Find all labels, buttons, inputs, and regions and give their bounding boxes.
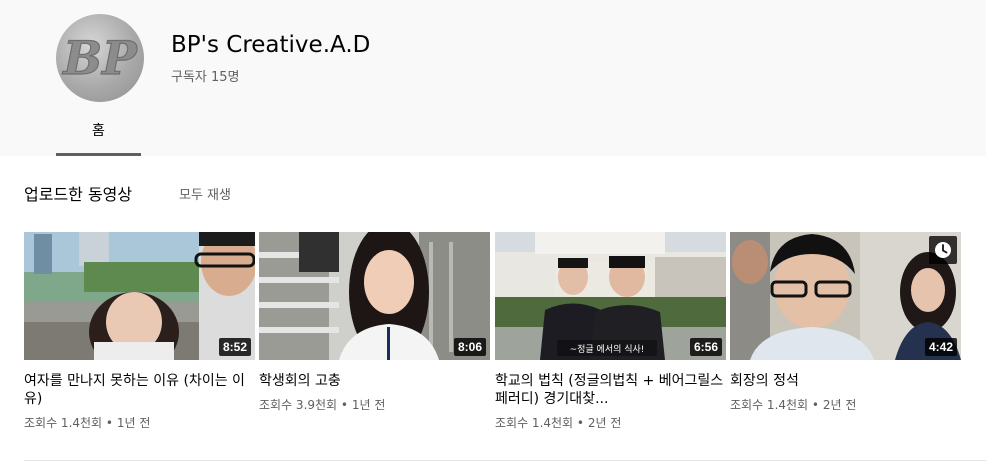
meta-separator: • (102, 416, 117, 430)
shelf-divider (24, 460, 986, 461)
video-views: 조회수 3.9천회 (259, 398, 338, 412)
meta-separator: • (573, 416, 588, 430)
subscriber-count: 구독자 15명 (171, 70, 240, 85)
video-metadata: 조회수 1.4천회 • 2년 전 (730, 396, 961, 413)
video-card: ~정글 에서의 식사! 6:56 학교의 법칙 (정글의법칙 + 베어그릴스 페… (495, 232, 726, 431)
video-age: 2년 전 (587, 416, 622, 430)
video-duration: 6:56 (689, 338, 722, 356)
video-age: 2년 전 (822, 398, 857, 412)
video-card: 4:42 회장의 정석 조회수 1.4천회 • 2년 전 (730, 232, 961, 413)
video-duration: 4:42 (924, 338, 957, 356)
video-age: 1년 전 (116, 416, 151, 430)
video-thumbnail[interactable]: ~정글 에서의 식사! 6:56 (495, 232, 726, 360)
video-title[interactable]: 학생회의 고충 (259, 372, 490, 390)
clock-icon (935, 242, 951, 258)
avatar-logo: BP (61, 30, 139, 85)
video-thumbnail[interactable]: 4:42 (730, 232, 961, 360)
video-title[interactable]: 여자를 만나지 못하는 이유 (차이는 이유) (24, 372, 255, 408)
video-title[interactable]: 회장의 정석 (730, 372, 961, 390)
video-thumbnail[interactable]: 8:52 (24, 232, 255, 360)
tab-selected-indicator (56, 153, 141, 156)
shelf-title[interactable]: 업로드한 동영상 (24, 181, 132, 205)
video-views: 조회수 1.4천회 (730, 398, 809, 412)
play-all-button[interactable]: 모두 재생 (179, 184, 231, 203)
meta-separator: • (808, 398, 823, 412)
meta-separator: • (337, 398, 352, 412)
video-duration: 8:52 (218, 338, 251, 356)
video-metadata: 조회수 1.4천회 • 1년 전 (24, 414, 255, 431)
video-metadata: 조회수 1.4천회 • 2년 전 (495, 414, 726, 431)
channel-name: BP's Creative.A.D (171, 32, 371, 58)
channel-header: BP BP's Creative.A.D 구독자 15명 홈 (0, 0, 986, 156)
video-views: 조회수 1.4천회 (24, 416, 103, 430)
video-views: 조회수 1.4천회 (495, 416, 574, 430)
channel-avatar[interactable]: BP (56, 14, 144, 102)
tab-home[interactable]: 홈 (56, 108, 141, 156)
video-age: 1년 전 (351, 398, 386, 412)
video-card: 8:06 학생회의 고충 조회수 3.9천회 • 1년 전 (259, 232, 490, 413)
tab-home-label: 홈 (92, 123, 105, 139)
video-duration: 8:06 (453, 338, 486, 356)
video-title[interactable]: 학교의 법칙 (정글의법칙 + 베어그릴스 페러디) 경기대찾... (495, 372, 726, 408)
watch-later-button[interactable] (929, 236, 957, 264)
svg-text:BP: BP (61, 31, 138, 85)
video-thumbnail[interactable]: 8:06 (259, 232, 490, 360)
video-caption-text: ~정글 에서의 식사! (570, 344, 645, 355)
video-metadata: 조회수 3.9천회 • 1년 전 (259, 396, 490, 413)
video-card: 8:52 여자를 만나지 못하는 이유 (차이는 이유) 조회수 1.4천회 •… (24, 232, 255, 431)
